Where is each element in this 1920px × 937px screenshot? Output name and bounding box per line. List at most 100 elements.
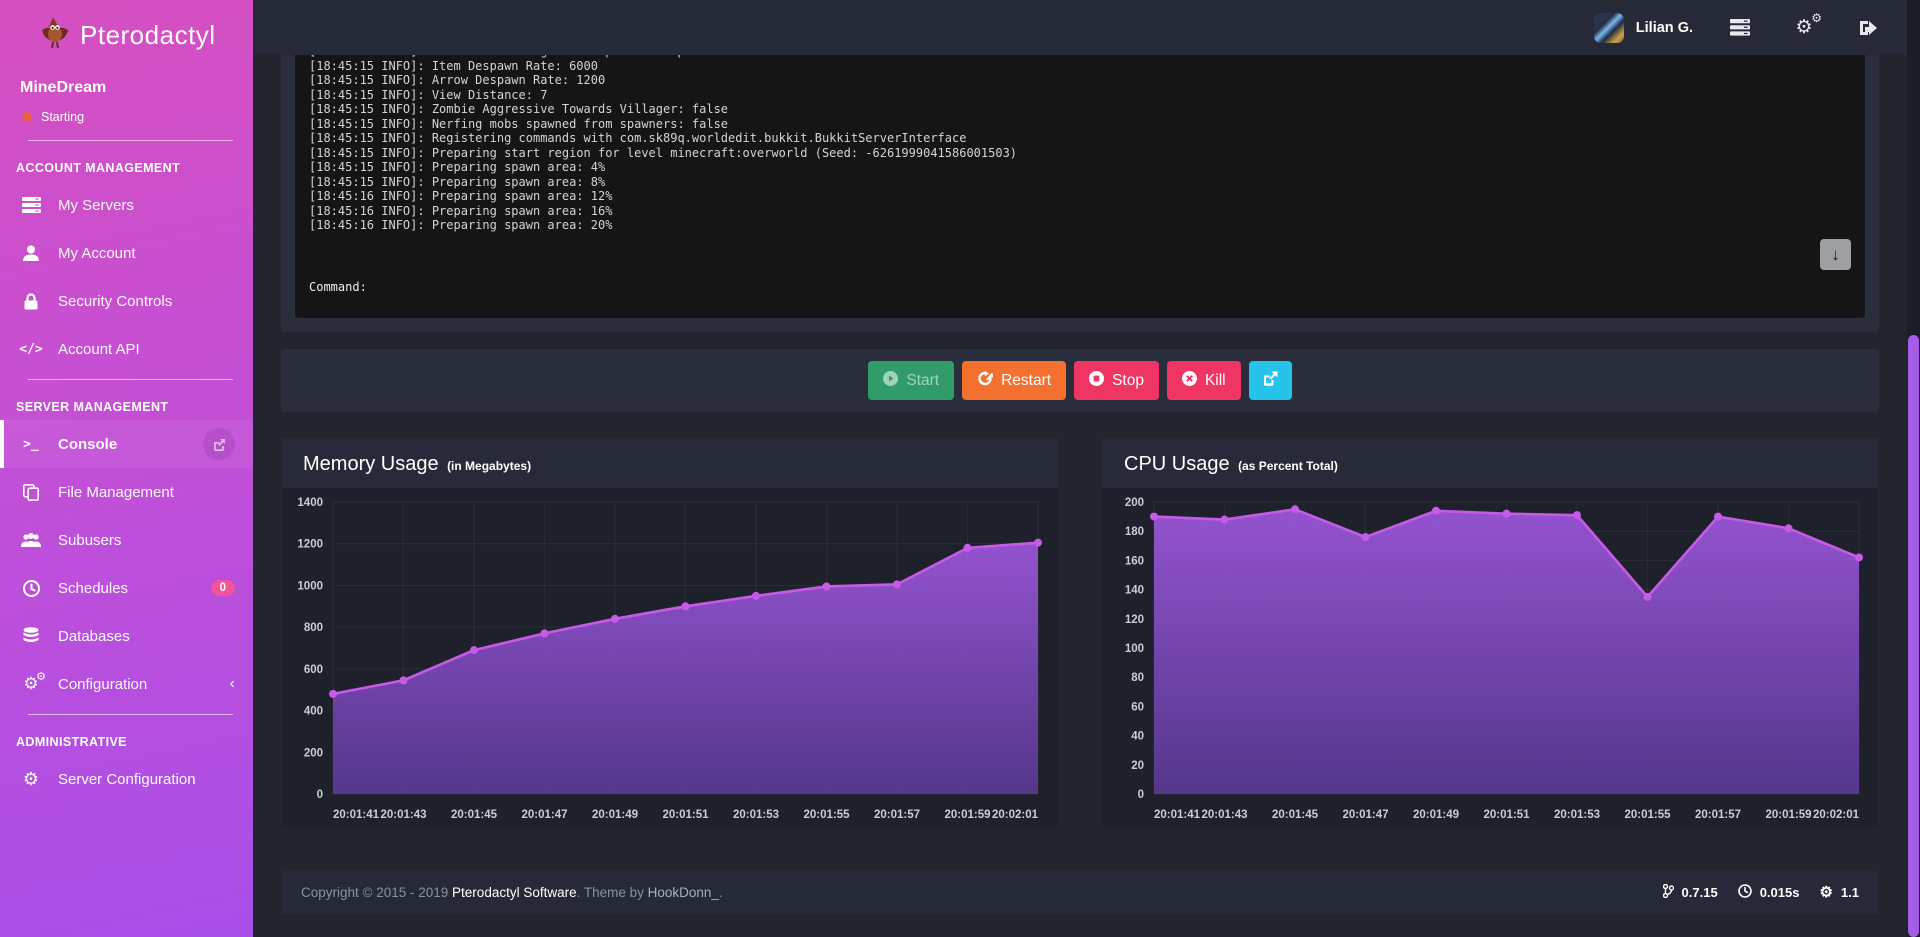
restart-button[interactable]: Restart: [962, 361, 1066, 400]
start-button[interactable]: Start: [868, 361, 954, 400]
memory-chart-svg: 020040060080010001200140020:01:4120:01:4…: [281, 488, 1058, 828]
settings-cogs-icon[interactable]: ⚙⚙: [1791, 16, 1817, 39]
chart-subtitle: (in Megabytes): [447, 459, 531, 473]
svg-text:200: 200: [304, 747, 323, 759]
svg-text:800: 800: [304, 622, 323, 634]
sidebar-item-label: Subusers: [58, 532, 121, 549]
svg-text:20:01:43: 20:01:43: [380, 809, 426, 821]
sidebar-item-label: My Servers: [58, 197, 134, 214]
server-name: MineDream: [0, 79, 253, 97]
version-info: 0.7.15 0.015s ⚙ 1.1: [1663, 883, 1859, 901]
svg-text:40: 40: [1131, 731, 1144, 743]
svg-text:20:01:57: 20:01:57: [874, 809, 920, 821]
status-dot-icon: [22, 112, 32, 122]
stop-label: Stop: [1112, 372, 1144, 390]
sidebar-item-account-api[interactable]: </> Account API: [0, 325, 253, 373]
footer: Copyright © 2015 - 2019 Pterodactyl Soft…: [281, 870, 1879, 914]
cpu-usage-header: CPU Usage (as Percent Total): [1102, 438, 1879, 488]
sidebar-item-label: Schedules: [58, 580, 128, 597]
sidebar-item-file-management[interactable]: File Management: [0, 468, 253, 516]
sidebar-item-configuration[interactable]: ⚙⚙ Configuration ‹: [0, 660, 253, 708]
sidebar-item-label: Server Configuration: [58, 771, 196, 788]
refresh-icon: [977, 371, 993, 391]
theme-prefix: . Theme by: [577, 885, 648, 900]
servers-icon: [20, 197, 42, 213]
svg-text:1200: 1200: [297, 539, 323, 551]
clock-icon: [1738, 884, 1752, 901]
gear-icon: ⚙: [20, 769, 42, 790]
sidebar-item-databases[interactable]: Databases: [0, 612, 253, 660]
sign-out-icon[interactable]: [1855, 20, 1881, 36]
stop-button[interactable]: Stop: [1074, 361, 1159, 400]
command-label: Command:: [309, 280, 367, 294]
sidebar: Pterodactyl MineDream Starting ACCOUNT M…: [0, 0, 253, 937]
section-administrative: ADMINISTRATIVE: [0, 715, 253, 755]
gear-icon: ⚙: [1819, 883, 1832, 901]
sidebar-item-my-account[interactable]: My Account: [0, 229, 253, 277]
sidebar-item-my-servers[interactable]: My Servers: [0, 181, 253, 229]
pterodactyl-software-link[interactable]: Pterodactyl Software: [452, 885, 577, 900]
sidebar-item-label: Console: [58, 436, 117, 453]
sidebar-item-label: My Account: [58, 245, 136, 262]
svg-text:0: 0: [317, 789, 323, 801]
page-scrollbar[interactable]: [1907, 0, 1920, 937]
svg-text:20:01:41: 20:01:41: [1154, 809, 1201, 821]
cogs-icon: ⚙⚙: [20, 674, 42, 694]
sidebar-item-subusers[interactable]: Subusers: [0, 516, 253, 564]
svg-text:140: 140: [1125, 585, 1144, 597]
main-content: [18:45:15 INFO]: Mob Spawn Range: 4 [18:…: [253, 0, 1907, 937]
terminal-icon: >_: [20, 437, 42, 452]
command-input[interactable]: [375, 279, 1851, 295]
servers-nav-icon[interactable]: [1727, 19, 1753, 36]
svg-text:20:01:51: 20:01:51: [662, 809, 709, 821]
footer-period: .: [719, 885, 723, 900]
pterodactyl-logo-icon: [40, 16, 70, 55]
svg-text:120: 120: [1125, 614, 1144, 626]
popout-console-button[interactable]: [1249, 361, 1292, 400]
username: Lilian G.: [1636, 20, 1693, 36]
schedules-count-badge: 0: [211, 580, 235, 596]
start-label: Start: [906, 372, 939, 390]
load-time: 0.015s: [1760, 885, 1800, 900]
brand[interactable]: Pterodactyl: [0, 0, 253, 61]
svg-text:20:01:47: 20:01:47: [1342, 809, 1388, 821]
scroll-to-bottom-button[interactable]: ↓: [1820, 239, 1851, 270]
chevron-left-icon: ‹: [230, 675, 235, 693]
svg-text:20:01:41: 20:01:41: [333, 809, 380, 821]
svg-text:600: 600: [304, 664, 323, 676]
svg-text:20:01:53: 20:01:53: [1554, 809, 1600, 821]
svg-text:80: 80: [1131, 672, 1144, 684]
user-icon: [20, 245, 42, 262]
svg-text:20:01:49: 20:01:49: [592, 809, 638, 821]
sidebar-item-console[interactable]: >_ Console: [0, 420, 253, 468]
sidebar-item-schedules[interactable]: Schedules 0: [0, 564, 253, 612]
theme-author-link[interactable]: HookDonn_: [648, 885, 719, 900]
kill-button[interactable]: Kill: [1167, 361, 1241, 400]
top-navbar: Lilian G. ⚙⚙: [253, 0, 1907, 55]
memory-usage-chart: 020040060080010001200140020:01:4120:01:4…: [281, 488, 1058, 828]
svg-text:400: 400: [304, 706, 323, 718]
avatar[interactable]: [1594, 13, 1624, 43]
sidebar-item-label: File Management: [58, 484, 174, 501]
sidebar-item-server-configuration[interactable]: ⚙ Server Configuration: [0, 755, 253, 803]
clock-icon: [20, 580, 42, 597]
sidebar-item-label: Configuration: [58, 676, 147, 693]
sidebar-item-label: Account API: [58, 341, 140, 358]
svg-text:20:01:51: 20:01:51: [1483, 809, 1530, 821]
svg-text:20: 20: [1131, 760, 1144, 772]
svg-text:20:01:45: 20:01:45: [1272, 809, 1319, 821]
cpu-chart-svg: 02040608010012014016018020020:01:4120:01…: [1102, 488, 1879, 828]
external-link-icon[interactable]: [203, 428, 235, 460]
sidebar-item-security-controls[interactable]: Security Controls: [0, 277, 253, 325]
kill-label: Kill: [1205, 372, 1226, 390]
memory-usage-card: Memory Usage (in Megabytes) 0 200 400 600 80…: [281, 438, 1058, 828]
svg-text:20:01:59: 20:01:59: [944, 809, 990, 821]
console-output[interactable]: [18:45:15 INFO]: Mob Spawn Range: 4 [18:…: [309, 22, 1851, 267]
svg-text:180: 180: [1125, 526, 1144, 538]
chart-title: Memory Usage: [303, 453, 439, 475]
sidebar-item-label: Security Controls: [58, 293, 172, 310]
scrollbar-thumb[interactable]: [1908, 335, 1919, 937]
svg-text:60: 60: [1131, 701, 1144, 713]
copyright-prefix: Copyright © 2015 - 2019: [301, 885, 452, 900]
api-version: 1.1: [1841, 885, 1859, 900]
